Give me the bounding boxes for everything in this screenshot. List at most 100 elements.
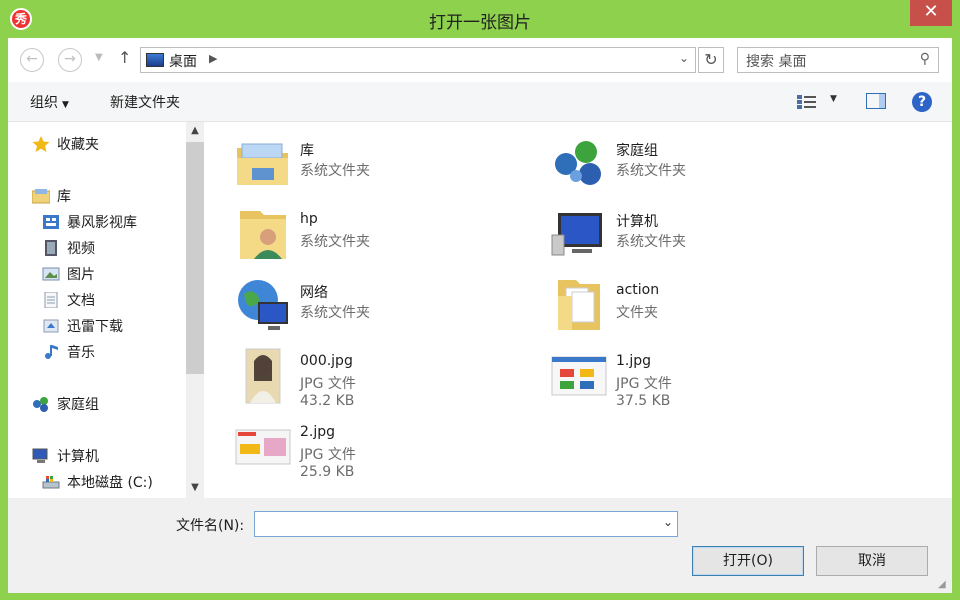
sidebar-item-computer[interactable]: 计算机: [32, 446, 99, 466]
file-item-1-jpg[interactable]: 1.jpg JPG 文件 37.5 KB: [550, 347, 850, 413]
navigation-bar: ← → ▼ ↑ 桌面 ▶ ⌄ ↻ 搜索 桌面 ⚲: [8, 38, 952, 82]
filename-input[interactable]: ⌄: [254, 511, 678, 537]
sidebar-label: 库: [57, 189, 71, 205]
homegroup-icon: [555, 141, 601, 185]
file-size: 37.5 KB: [616, 393, 671, 409]
file-item-network[interactable]: 网络 系统文件夹: [234, 276, 534, 342]
search-icon[interactable]: ⚲: [920, 51, 930, 67]
resize-grip-icon[interactable]: ◢: [938, 579, 950, 591]
preview-pane-icon[interactable]: [866, 93, 886, 109]
filename-label: 文件名(N):: [176, 518, 245, 534]
sidebar-item-videos[interactable]: 视频: [42, 238, 95, 258]
user-folder-icon: [240, 211, 286, 259]
file-item-2-jpg[interactable]: 2.jpg JPG 文件 25.9 KB: [234, 418, 534, 484]
address-dropdown-icon[interactable]: ⌄: [679, 51, 689, 65]
up-arrow-icon[interactable]: ↑: [118, 48, 131, 67]
scroll-down-arrow-icon[interactable]: ▼: [186, 482, 204, 493]
change-view-icon[interactable]: [796, 94, 818, 110]
library-icon: [237, 143, 288, 185]
pictures-icon: [42, 267, 60, 281]
file-list: 库 系统文件夹 家庭组 系统文件夹 hp 系统文件夹 计算机 系统文件夹 网络 …: [204, 122, 952, 498]
file-type: JPG 文件: [616, 376, 672, 392]
file-type: 系统文件夹: [300, 234, 370, 250]
navigation-pane: 收藏夹 库 暴风影视库 视频 图片 文档 迅雷下载 音乐 家庭组 计算机 本地磁…: [8, 122, 186, 498]
chevron-down-icon[interactable]: ⌄: [663, 515, 673, 529]
organize-label: 组织: [30, 95, 58, 111]
sidebar-label: 暴风影视库: [67, 215, 137, 231]
sidebar-label: 图片: [67, 267, 95, 283]
file-type: 系统文件夹: [300, 305, 370, 321]
hard-drive-icon: [42, 476, 60, 489]
view-dropdown-icon[interactable]: ▼: [830, 94, 837, 104]
sidebar-label: 迅雷下载: [67, 319, 123, 335]
sidebar-item-local-disk-c[interactable]: 本地磁盘 (C:): [42, 472, 153, 492]
file-type: JPG 文件: [300, 447, 356, 463]
homegroup-icon: [33, 397, 48, 412]
cancel-button[interactable]: 取消: [816, 546, 928, 576]
sidebar-item-documents[interactable]: 文档: [42, 290, 95, 310]
scroll-up-arrow-icon[interactable]: ▲: [186, 125, 204, 136]
dialog-footer: 文件名(N): ⌄ 打开(O) 取消 ◢: [8, 498, 952, 593]
file-item-hp[interactable]: hp 系统文件夹: [234, 205, 534, 271]
help-icon[interactable]: ?: [912, 92, 932, 112]
sidebar-label: 家庭组: [57, 397, 99, 413]
file-type: JPG 文件: [300, 376, 356, 392]
chevron-down-icon: ▼: [62, 100, 69, 110]
sidebar-item-homegroup[interactable]: 家庭组: [32, 394, 99, 414]
recent-locations-dropdown-icon[interactable]: ▼: [95, 52, 103, 63]
library-folder-icon: [32, 189, 50, 204]
sidebar-label: 视频: [67, 241, 95, 257]
file-type: 系统文件夹: [616, 234, 686, 250]
file-item-action[interactable]: action 文件夹: [550, 276, 850, 342]
address-bar[interactable]: 桌面 ▶ ⌄: [140, 47, 696, 73]
file-type: 文件夹: [616, 305, 658, 321]
new-folder-button[interactable]: 新建文件夹: [110, 92, 180, 112]
sidebar-label: 本地磁盘 (C:): [67, 475, 153, 491]
address-text[interactable]: 桌面: [169, 51, 197, 71]
file-size: 43.2 KB: [300, 393, 355, 409]
breadcrumb-chevron-icon[interactable]: ▶: [209, 52, 217, 65]
organize-button[interactable]: 组织 ▼: [30, 92, 69, 112]
file-name: 家庭组: [616, 143, 658, 159]
file-name: 网络: [300, 285, 328, 301]
file-item-homegroup[interactable]: 家庭组 系统文件夹: [550, 134, 850, 200]
sidebar-item-xunlei[interactable]: 迅雷下载: [42, 316, 123, 336]
sidebar-scrollbar[interactable]: ▲ ▼: [186, 122, 204, 498]
sidebar-label: 文档: [67, 293, 95, 309]
sidebar-item-favorites[interactable]: 收藏夹: [32, 134, 99, 154]
search-placeholder[interactable]: 搜索 桌面: [746, 51, 806, 71]
network-icon: [238, 280, 288, 330]
close-button[interactable]: ✕: [910, 0, 952, 26]
media-library-icon: [43, 215, 59, 229]
dialog-window: 秀 打开一张图片 ✕ ← → ▼ ↑ 桌面 ▶ ⌄ ↻ 搜索 桌面 ⚲ 组织 ▼: [0, 0, 960, 600]
file-name: 1.jpg: [616, 353, 652, 369]
file-item-000-jpg[interactable]: 000.jpg JPG 文件 43.2 KB: [234, 347, 534, 413]
file-name: 2.jpg: [300, 424, 336, 440]
scrollbar-thumb[interactable]: [186, 142, 204, 374]
file-item-library[interactable]: 库 系统文件夹: [234, 134, 534, 200]
open-button[interactable]: 打开(O): [692, 546, 804, 576]
forward-button[interactable]: →: [58, 48, 82, 72]
video-icon: [45, 240, 57, 256]
command-toolbar: 组织 ▼ 新建文件夹 ▼ ?: [8, 82, 952, 122]
image-thumbnail-icon: [551, 356, 607, 396]
computer-icon: [551, 213, 602, 256]
back-button[interactable]: ←: [20, 48, 44, 72]
file-type: 系统文件夹: [300, 163, 370, 179]
sidebar-item-music[interactable]: 音乐: [42, 342, 95, 362]
sidebar-item-baofeng[interactable]: 暴风影视库: [42, 212, 137, 232]
file-name: 计算机: [616, 214, 658, 230]
download-folder-icon: [43, 319, 59, 333]
music-icon: [45, 345, 58, 359]
file-type: 系统文件夹: [616, 163, 686, 179]
sidebar-item-libraries[interactable]: 库: [32, 186, 71, 206]
refresh-button[interactable]: ↻: [698, 47, 724, 73]
search-box[interactable]: 搜索 桌面 ⚲: [737, 47, 939, 73]
file-item-computer[interactable]: 计算机 系统文件夹: [550, 205, 850, 271]
image-thumbnail-icon: [235, 429, 291, 465]
file-name: 库: [300, 143, 314, 159]
title-bar[interactable]: 秀 打开一张图片 ✕: [0, 0, 960, 38]
sidebar-label: 音乐: [67, 345, 95, 361]
sidebar-item-pictures[interactable]: 图片: [42, 264, 95, 284]
star-icon: [32, 136, 50, 152]
